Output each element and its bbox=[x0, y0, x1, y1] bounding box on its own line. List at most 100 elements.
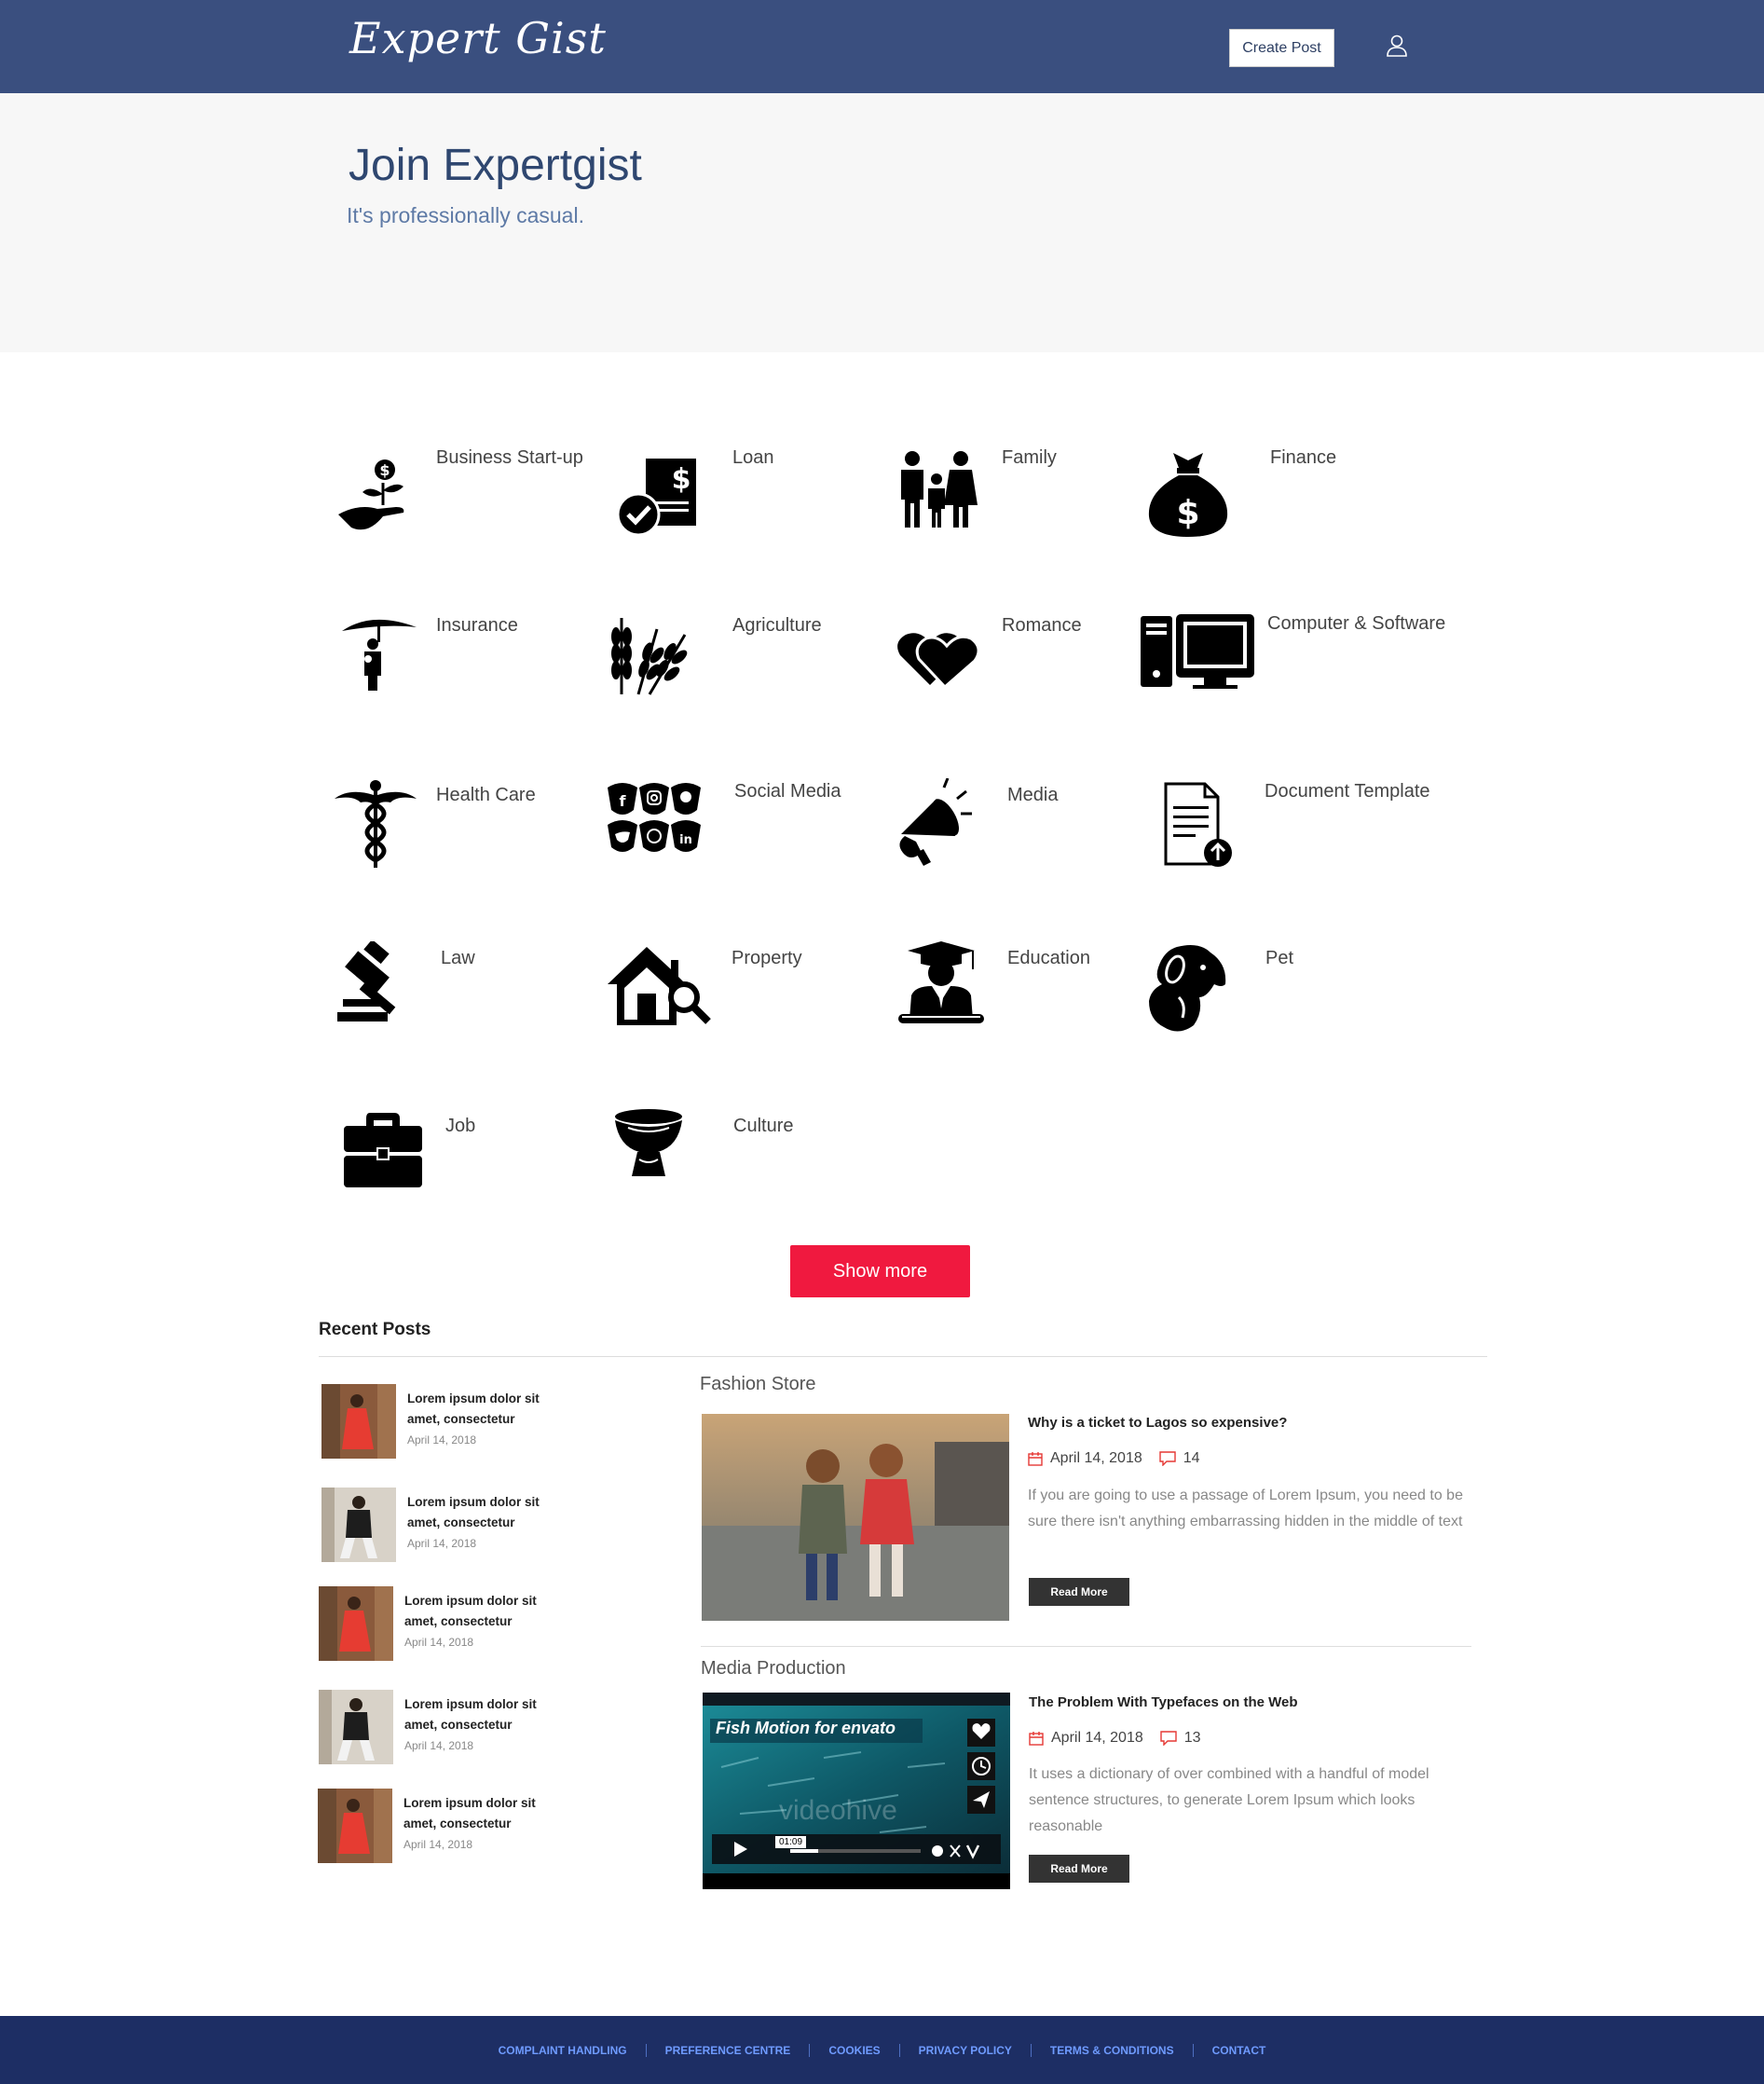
category-label: Pet bbox=[1265, 948, 1294, 968]
comment-icon bbox=[1160, 1731, 1177, 1746]
post-thumbnail[interactable] bbox=[319, 1690, 393, 1764]
post-thumbnail[interactable] bbox=[321, 1488, 396, 1562]
footer-separator bbox=[645, 2043, 647, 2057]
culture-bowl-icon bbox=[615, 1109, 682, 1176]
footer-separator bbox=[1192, 2043, 1194, 2057]
graduate-icon bbox=[898, 941, 984, 1023]
post-date: April 14, 2018 bbox=[407, 1537, 477, 1550]
post-thumbnail[interactable] bbox=[319, 1586, 393, 1661]
post-meta: April 14, 2018 14 bbox=[1028, 1450, 1200, 1467]
computer-icon bbox=[1141, 614, 1254, 689]
post-meta: April 14, 2018 13 bbox=[1029, 1730, 1201, 1747]
post-title-line2[interactable]: amet, consectetur bbox=[404, 1718, 513, 1732]
category-label: Loan bbox=[732, 447, 774, 468]
dog-icon bbox=[1149, 945, 1226, 1032]
post-image[interactable] bbox=[702, 1414, 1009, 1621]
category-label: Law bbox=[441, 948, 475, 968]
money-bag-icon: $ bbox=[1148, 453, 1228, 537]
post-date: April 14, 2018 bbox=[403, 1838, 473, 1851]
gavel-icon bbox=[337, 941, 396, 1021]
video-title[interactable]: Fish Motion for envato bbox=[716, 1719, 896, 1738]
footer-links: COMPLAINT HANDLING PREFERENCE CENTRE COO… bbox=[0, 2016, 1764, 2084]
post-title-line1[interactable]: Lorem ipsum dolor sit bbox=[403, 1796, 536, 1810]
comment-count: 13 bbox=[1183, 1730, 1201, 1746]
svg-text:in: in bbox=[679, 833, 692, 847]
post-title-line1[interactable]: Lorem ipsum dolor sit bbox=[407, 1392, 540, 1405]
top-navbar: Expert Gist Create Post bbox=[0, 0, 1764, 93]
recent-post-item[interactable]: Lorem ipsum dolor sit amet, consectetur … bbox=[321, 1384, 601, 1459]
section-title: Fashion Store bbox=[700, 1374, 816, 1394]
category-label: Business Start-up bbox=[436, 447, 583, 468]
post-excerpt: If you are going to use a passage of Lor… bbox=[1028, 1488, 1463, 1529]
wheat-icon bbox=[611, 618, 688, 695]
read-more-button[interactable]: Read More bbox=[1029, 1855, 1129, 1883]
category-label: Social Media bbox=[734, 781, 841, 802]
footer-link-terms-conditions[interactable]: TERMS & CONDITIONS bbox=[1032, 2044, 1193, 2057]
category-label: Education bbox=[1007, 948, 1090, 968]
post-date: April 14, 2018 bbox=[407, 1433, 477, 1446]
comment-icon bbox=[1159, 1451, 1176, 1466]
recent-posts-heading: Recent Posts bbox=[319, 1320, 431, 1339]
footer-link-cookies[interactable]: COOKIES bbox=[810, 2044, 898, 2057]
post-title-line1[interactable]: Lorem ipsum dolor sit bbox=[404, 1697, 537, 1711]
show-more-button[interactable]: Show more bbox=[790, 1245, 970, 1297]
site-logo[interactable]: Expert Gist bbox=[349, 13, 607, 63]
post-date: April 14, 2018 bbox=[404, 1739, 474, 1752]
video-timestamp: 01:09 bbox=[775, 1836, 807, 1848]
post-title[interactable]: Why is a ticket to Lagos so expensive? bbox=[1028, 1415, 1287, 1431]
comment-count: 14 bbox=[1183, 1450, 1200, 1466]
svg-text:f: f bbox=[620, 792, 627, 810]
recent-post-item[interactable]: Lorem ipsum dolor sit amet, consectetur … bbox=[318, 1789, 597, 1863]
umbrella-family-icon bbox=[342, 619, 417, 691]
footer-link-privacy-policy[interactable]: PRIVACY POLICY bbox=[900, 2044, 1031, 2057]
svg-text:$: $ bbox=[1176, 494, 1199, 532]
hearts-icon bbox=[897, 633, 980, 690]
video-player[interactable]: Fish Motion for envato videohive 01:09 bbox=[703, 1693, 1010, 1889]
footer-link-preference-centre[interactable]: PREFERENCE CENTRE bbox=[647, 2044, 810, 2057]
divider bbox=[319, 1356, 1487, 1357]
category-label: Media bbox=[1007, 785, 1059, 805]
category-label: Property bbox=[732, 948, 802, 968]
footer-link-complaint-handling[interactable]: COMPLAINT HANDLING bbox=[480, 2044, 646, 2057]
footer-separator bbox=[898, 2043, 900, 2057]
footer-separator bbox=[809, 2043, 811, 2057]
briefcase-icon bbox=[344, 1113, 422, 1187]
video-watermark: videohive bbox=[779, 1795, 897, 1826]
category-label: Finance bbox=[1270, 447, 1337, 468]
category-label: Agriculture bbox=[732, 615, 822, 636]
hero-subtitle: It's professionally casual. bbox=[347, 203, 584, 227]
social-media-icon: f in bbox=[608, 783, 701, 852]
post-date: April 14, 2018 bbox=[1050, 1450, 1142, 1466]
megaphone-icon bbox=[899, 778, 972, 866]
post-title-line1[interactable]: Lorem ipsum dolor sit bbox=[407, 1495, 540, 1509]
category-label: Romance bbox=[1002, 615, 1082, 636]
footer: COMPLAINT HANDLING PREFERENCE CENTRE COO… bbox=[0, 2016, 1764, 2084]
post-title-line2[interactable]: amet, consectetur bbox=[403, 1817, 512, 1830]
create-post-button[interactable]: Create Post bbox=[1229, 29, 1334, 67]
post-title-line2[interactable]: amet, consectetur bbox=[407, 1515, 515, 1529]
post-title-line1[interactable]: Lorem ipsum dolor sit bbox=[404, 1594, 537, 1608]
footer-link-contact[interactable]: CONTACT bbox=[1194, 2044, 1285, 2057]
post-title-line2[interactable]: amet, consectetur bbox=[404, 1614, 513, 1628]
caduceus-icon bbox=[335, 780, 417, 868]
post-title-line2[interactable]: amet, consectetur bbox=[407, 1412, 515, 1426]
svg-text:$: $ bbox=[379, 461, 390, 479]
category-label: Culture bbox=[733, 1116, 794, 1136]
read-more-button[interactable]: Read More bbox=[1029, 1578, 1129, 1606]
plant-in-hand-icon: $ bbox=[338, 459, 404, 530]
recent-post-item[interactable]: Lorem ipsum dolor sit amet, consectetur … bbox=[319, 1586, 598, 1661]
recent-post-item[interactable]: Lorem ipsum dolor sit amet, consectetur … bbox=[321, 1488, 601, 1562]
post-thumbnail[interactable] bbox=[321, 1384, 396, 1459]
divider bbox=[701, 1646, 1471, 1647]
post-title[interactable]: The Problem With Typefaces on the Web bbox=[1029, 1694, 1298, 1710]
section-title: Media Production bbox=[701, 1658, 846, 1679]
category-label: Health Care bbox=[436, 785, 536, 805]
user-icon[interactable] bbox=[1384, 33, 1410, 59]
category-label: Job bbox=[445, 1116, 476, 1136]
loan-document-icon: $ bbox=[616, 459, 696, 537]
category-label: Family bbox=[1002, 447, 1057, 468]
post-excerpt: It uses a dictionary of over combined wi… bbox=[1029, 1766, 1429, 1834]
recent-post-item[interactable]: Lorem ipsum dolor sit amet, consectetur … bbox=[319, 1690, 598, 1764]
post-date: April 14, 2018 bbox=[1051, 1730, 1143, 1746]
post-thumbnail[interactable] bbox=[318, 1789, 392, 1863]
